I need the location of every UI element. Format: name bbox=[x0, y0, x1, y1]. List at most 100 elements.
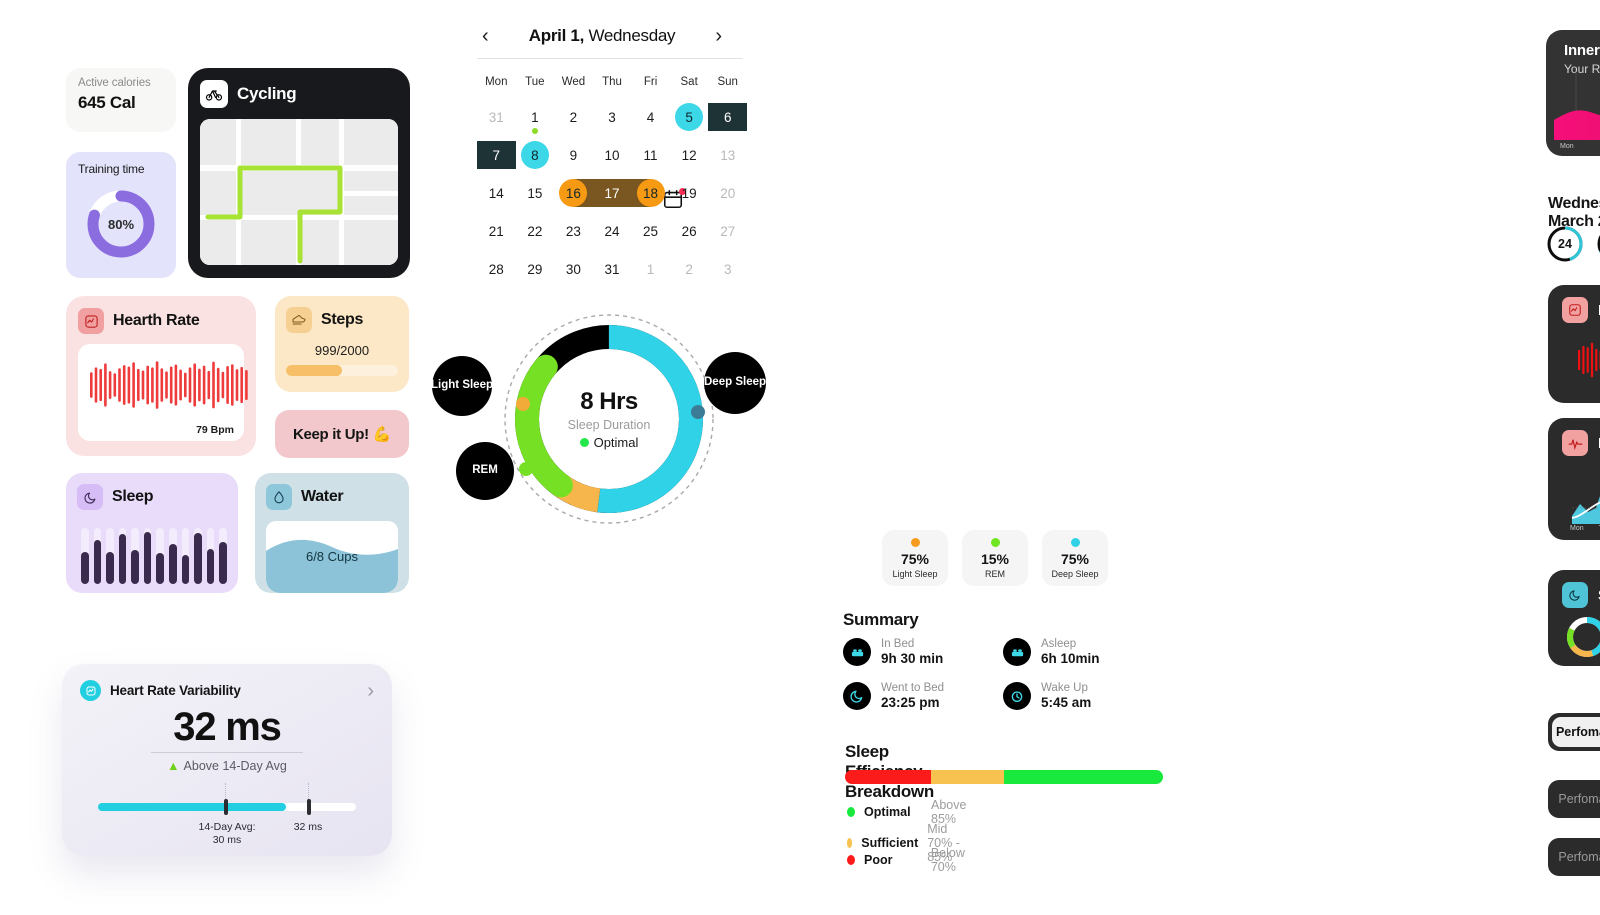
calendar-week-row: 28 29 30 31 1 2 3 bbox=[477, 250, 747, 288]
calendar-day[interactable]: 4 bbox=[631, 98, 670, 136]
calendar-dow-row: Mon Tue Wed Thu Fri Sat Sun bbox=[477, 68, 747, 98]
active-calories-value: 645 Cal bbox=[78, 93, 136, 112]
calendar-day[interactable]: 20 bbox=[708, 174, 747, 212]
heart-rate-header: Hearth Rate bbox=[78, 308, 244, 334]
calendar-day-number: 11 bbox=[643, 147, 658, 163]
calendar-header: ‹ April 1, Wednesday › bbox=[482, 26, 722, 46]
calendar-day-number: 1 bbox=[646, 261, 655, 277]
calendar-day[interactable]: 2 bbox=[670, 250, 709, 288]
calendar-day[interactable]: 25 bbox=[631, 212, 670, 250]
badge-light-sleep-line2: Sleep bbox=[462, 379, 493, 392]
calendar-day-number: 18 bbox=[643, 185, 659, 201]
chevron-up-double-icon: ▲ bbox=[167, 759, 180, 773]
heart-rate-card[interactable]: Hearth Rate 79 Bpm bbox=[66, 296, 256, 456]
chevron-right-icon[interactable]: › bbox=[367, 681, 374, 701]
calendar-day[interactable]: 13 bbox=[708, 136, 747, 174]
calendar-day[interactable]: 7 bbox=[477, 136, 516, 174]
calendar-day[interactable]: 9 bbox=[554, 136, 593, 174]
steps-card[interactable]: Steps 999/2000 bbox=[275, 296, 409, 392]
calendar-day-number: 14 bbox=[488, 185, 504, 201]
donut-center: 8 Hrs Sleep Duration Optimal bbox=[498, 308, 720, 530]
calendar-day[interactable]: 27 bbox=[708, 212, 747, 250]
calendar-day[interactable]: 11 bbox=[631, 136, 670, 174]
calendar-day[interactable]: 3 bbox=[708, 250, 747, 288]
calendar-day[interactable]: 31 bbox=[477, 98, 516, 136]
sleep-mini-card[interactable]: Sleep bbox=[66, 473, 238, 593]
calendar-day[interactable]: 17 bbox=[572, 174, 652, 212]
calendar-week-row: 21 22 23 24 25 26 27 bbox=[477, 212, 747, 250]
calendar-day[interactable]: 31 bbox=[593, 250, 632, 288]
sleep-bar bbox=[93, 528, 102, 584]
calendar-day[interactable]: 12 bbox=[670, 136, 709, 174]
calendar-weekday: Wednesday bbox=[588, 26, 676, 45]
calendar-day[interactable]: 6 bbox=[708, 98, 747, 136]
calendar-day-number: 4 bbox=[646, 109, 655, 125]
calendar-day[interactable]: 2 bbox=[554, 98, 593, 136]
hrv-current-label: 32 ms bbox=[293, 821, 323, 833]
badge-light-sleep[interactable]: Light Sleep bbox=[431, 356, 493, 416]
calendar-week-row: 14 15 16 17 18 19 20 bbox=[477, 174, 747, 212]
calendar-day[interactable]: 24 bbox=[593, 212, 632, 250]
hrv-summary-card[interactable]: Heart Rate Variability › 32 ms ▲ Above 14… bbox=[62, 664, 392, 856]
bicycle-icon bbox=[200, 80, 228, 108]
calendar-day[interactable]: 28 bbox=[477, 250, 516, 288]
calendar-day[interactable]: 5 bbox=[670, 98, 709, 136]
calendar-day[interactable]: 8 bbox=[516, 136, 555, 174]
calendar-week-row: 7 8 9 10 11 12 13 bbox=[477, 136, 747, 174]
calendar-day-number: 22 bbox=[527, 223, 543, 239]
droplet-icon bbox=[266, 484, 292, 510]
route-map[interactable] bbox=[200, 119, 398, 265]
hrv-range-track-wrap: 14-Day Avg: 30 ms 32 ms bbox=[80, 783, 374, 846]
hrv-current-marker bbox=[307, 799, 311, 815]
calendar-day[interactable]: 26 bbox=[670, 212, 709, 250]
calendar-day[interactable]: 29 bbox=[516, 250, 555, 288]
training-time-card[interactable]: Training time 80% bbox=[66, 152, 176, 278]
calendar-day[interactable]: 14 bbox=[477, 174, 516, 212]
sleep-duration-label: Sleep Duration bbox=[567, 418, 651, 432]
calendar-day-number: 12 bbox=[681, 147, 697, 163]
calendar-event-dot bbox=[531, 128, 538, 134]
sleep-bar bbox=[219, 528, 227, 584]
hrv-trend-label: Above 14-Day Avg bbox=[183, 759, 287, 773]
heart-rate-bpm: 79 Bpm bbox=[196, 424, 234, 436]
active-calories-card[interactable]: Active calories 645 Cal bbox=[66, 68, 176, 132]
calendar-day[interactable]: 1 bbox=[516, 98, 555, 136]
moon-icon bbox=[77, 484, 103, 510]
calendar-day[interactable]: 15 bbox=[516, 174, 555, 212]
calendar-day[interactable]: 21 bbox=[477, 212, 516, 250]
steps-progress-fill bbox=[286, 365, 342, 376]
calendar-day[interactable]: 23 bbox=[554, 212, 593, 250]
hrv-avg-label: 14-Day Avg: 30 ms bbox=[185, 821, 269, 847]
calendar-day-number: 3 bbox=[723, 261, 732, 277]
training-time-label: Training time bbox=[78, 162, 145, 176]
water-card[interactable]: Water 6/8 Cups bbox=[255, 473, 409, 593]
hrv-card-header: Heart Rate Variability › bbox=[80, 680, 374, 701]
calendar-day-number: 25 bbox=[643, 223, 659, 239]
hrv-trend: ▲ Above 14-Day Avg bbox=[80, 759, 374, 773]
sleep-bar bbox=[206, 528, 215, 584]
cycling-card[interactable]: Cycling bbox=[188, 68, 410, 278]
training-percent: 80% bbox=[107, 216, 135, 232]
hrv-avg-caption: 14-Day Avg: bbox=[198, 821, 256, 833]
column-sleep-detail: ‹ April 1, Wednesday › Mon Tue Wed Thu Fri Sa… bbox=[420, 0, 1163, 915]
calendar-day[interactable]: 30 bbox=[554, 250, 593, 288]
calendar-day-number: 17 bbox=[604, 185, 620, 201]
calendar-next-button[interactable]: › bbox=[715, 26, 722, 46]
calendar-day[interactable]: 10 bbox=[593, 136, 632, 174]
calendar-dow: Mon bbox=[485, 76, 508, 88]
calendar-day[interactable]: 3 bbox=[593, 98, 632, 136]
calendar-day[interactable]: 22 bbox=[516, 212, 555, 250]
calendar-day-number: 10 bbox=[604, 147, 620, 163]
sleep-donut-chart[interactable]: Light Sleep Deep Sleep REM 8 Hrs Sleep D… bbox=[431, 308, 766, 530]
sleep-bar bbox=[194, 528, 202, 584]
sleep-bar bbox=[181, 528, 190, 584]
calendar-grid[interactable]: Mon Tue Wed Thu Fri Sat Sun 31 1 2 3 4 5 6 7 8 9 10 11 12 13… bbox=[477, 68, 747, 288]
cycling-title: Cycling bbox=[237, 84, 297, 103]
calendar-title: April 1, Wednesday bbox=[529, 26, 676, 46]
heart-rate-title: Hearth Rate bbox=[113, 312, 200, 329]
divider bbox=[151, 752, 303, 753]
calendar-day[interactable]: 1 bbox=[631, 250, 670, 288]
sleep-bar bbox=[106, 528, 114, 584]
sleep-status: Optimal bbox=[579, 435, 638, 450]
calendar-prev-button[interactable]: ‹ bbox=[482, 26, 489, 46]
